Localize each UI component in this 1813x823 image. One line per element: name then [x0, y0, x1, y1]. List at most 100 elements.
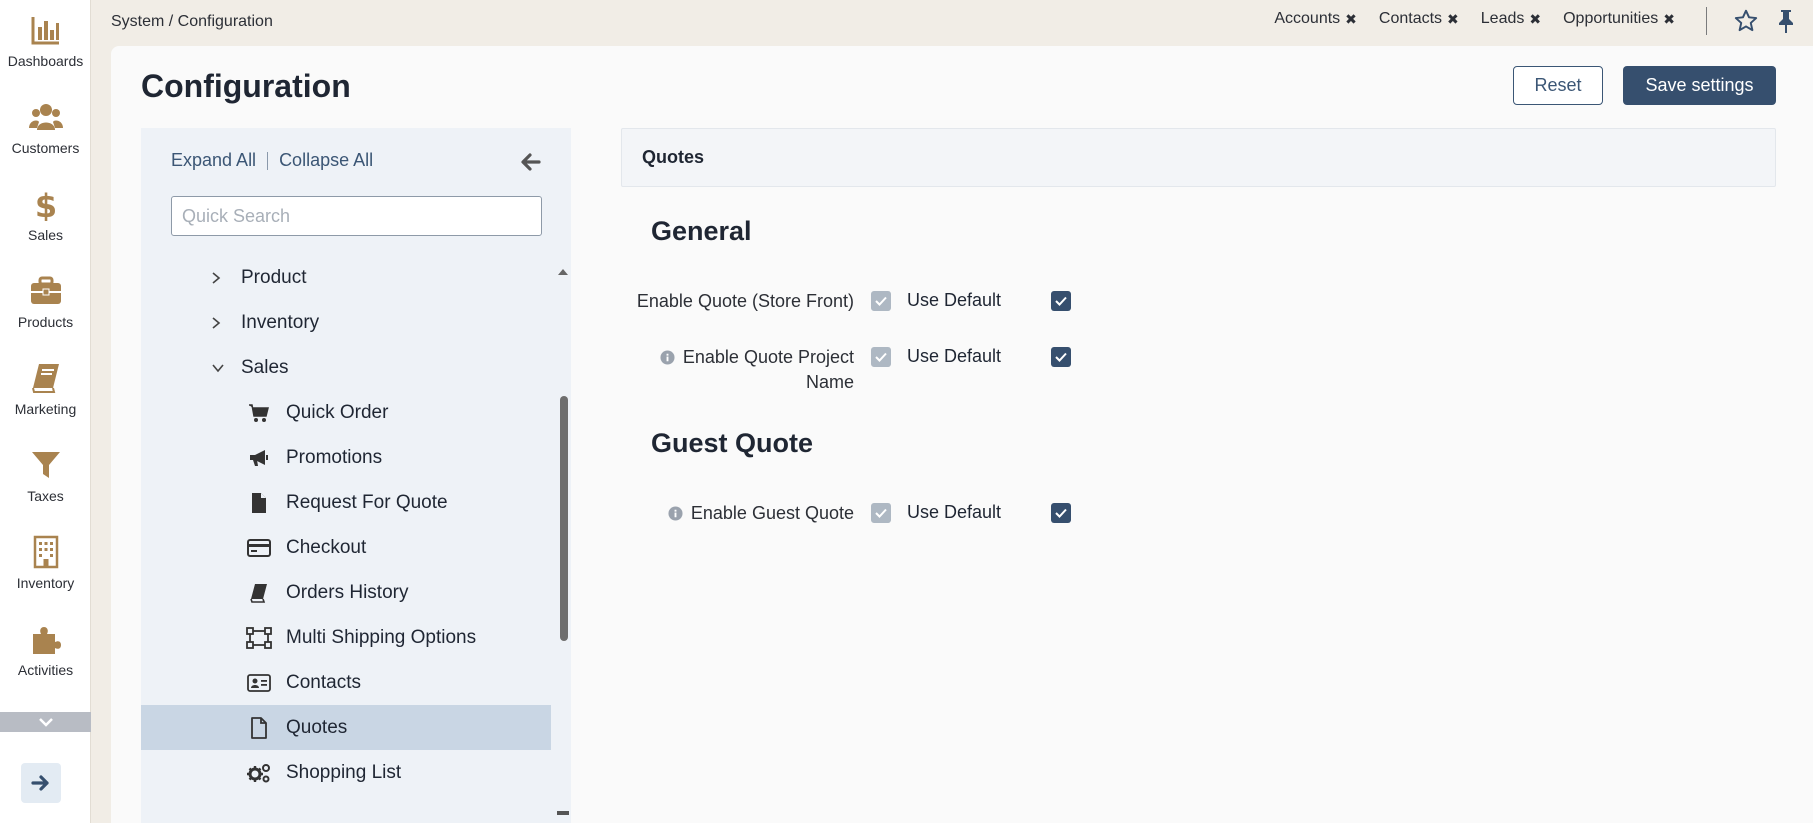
- cogs-icon: [247, 763, 270, 782]
- tree-item-sales[interactable]: Sales: [141, 345, 551, 390]
- field-label: Enable Guest Quote: [614, 501, 854, 526]
- book-icon: [31, 364, 59, 393]
- scrollbar-thumb[interactable]: [560, 396, 568, 641]
- scroll-down-icon[interactable]: [557, 811, 569, 815]
- puzzle-icon: [32, 627, 61, 654]
- checkmark-icon: [875, 296, 887, 306]
- building-icon: [33, 535, 58, 569]
- close-icon[interactable]: ✖: [1447, 11, 1459, 28]
- pinned-tab-contacts[interactable]: Contacts ✖: [1379, 10, 1459, 28]
- id-card-icon: [247, 673, 271, 692]
- info-icon[interactable]: [660, 350, 675, 365]
- tree-item-contacts[interactable]: Contacts: [141, 660, 551, 705]
- nav-label: Sales: [27, 227, 64, 243]
- star-icon[interactable]: [1733, 8, 1759, 34]
- save-settings-button[interactable]: Save settings: [1623, 66, 1776, 105]
- use-default-label[interactable]: Use Default: [907, 346, 1001, 367]
- pinned-tab-opportunities[interactable]: Opportunities ✖: [1563, 10, 1675, 28]
- field-label-text: Enable Guest Quote: [690, 503, 854, 523]
- bar-chart-icon: [31, 17, 59, 45]
- users-icon: [28, 104, 63, 130]
- checkmark-icon: [875, 352, 887, 362]
- pin-icon[interactable]: [1774, 8, 1798, 34]
- nav-label: Products: [17, 314, 74, 330]
- field-enable-quote-project-name: Enable Quote Project Name Use Default: [651, 345, 1351, 397]
- tree-item-shopping-list[interactable]: Shopping List: [141, 750, 551, 795]
- nav-scroll-more[interactable]: [0, 712, 91, 732]
- pinned-tab-accounts[interactable]: Accounts ✖: [1274, 10, 1357, 28]
- pinned-tab-label: Opportunities: [1563, 10, 1659, 27]
- tree-item-inventory[interactable]: Inventory: [141, 300, 551, 345]
- tree-item-label: Shopping List: [286, 761, 402, 783]
- expand-all-link[interactable]: Expand All: [171, 150, 256, 171]
- use-default-label[interactable]: Use Default: [907, 502, 1001, 523]
- tree-item-quotes[interactable]: Quotes: [141, 705, 551, 750]
- reset-button[interactable]: Reset: [1513, 66, 1603, 105]
- checkmark-icon: [1055, 296, 1067, 306]
- collapse-all-link[interactable]: Collapse All: [279, 150, 373, 171]
- chevron-right-icon: [212, 316, 221, 329]
- chevron-right-icon: [212, 271, 221, 284]
- nav-item-products[interactable]: Products: [0, 261, 91, 343]
- tree-item-label: Request For Quote: [286, 491, 448, 513]
- field-label-text: Enable Quote (Store Front): [636, 291, 854, 311]
- nav-item-dashboards[interactable]: Dashboards: [0, 0, 91, 82]
- main-sidebar: Dashboards Customers $ Sales Products Ma…: [0, 0, 91, 823]
- enable-guest-quote-checkbox[interactable]: [871, 503, 891, 523]
- nav-item-inventory[interactable]: Inventory: [0, 522, 91, 604]
- nav-item-marketing[interactable]: Marketing: [0, 348, 91, 430]
- vector-square-icon: [246, 626, 272, 649]
- breadcrumb[interactable]: System / Configuration: [111, 13, 273, 31]
- scroll-up-icon[interactable]: [557, 266, 569, 276]
- nav-label: Taxes: [27, 488, 64, 504]
- use-default-checkbox[interactable]: [1051, 291, 1071, 311]
- tree-item-label: Orders History: [286, 581, 409, 603]
- tree-scrollbar[interactable]: [557, 266, 569, 823]
- field-enable-quote-store-front: Enable Quote (Store Front) Use Default: [637, 289, 1351, 319]
- info-icon[interactable]: [668, 506, 683, 521]
- use-default-checkbox[interactable]: [1051, 503, 1071, 523]
- tree-item-promotions[interactable]: Promotions: [141, 435, 551, 480]
- group-title-general: General: [651, 216, 752, 246]
- nav-label: Activities: [17, 662, 74, 678]
- nav-item-activities[interactable]: Activities: [0, 609, 91, 691]
- nav-item-sales[interactable]: $ Sales: [0, 174, 91, 256]
- nav-label: Dashboards: [7, 53, 84, 69]
- pinned-tab-label: Contacts: [1378, 10, 1443, 27]
- arrow-left-icon[interactable]: [519, 150, 543, 174]
- tree-item-label: Contacts: [286, 671, 361, 693]
- nav-item-customers[interactable]: Customers: [0, 87, 91, 169]
- expand-sidebar-button[interactable]: [21, 763, 61, 803]
- use-default-checkbox[interactable]: [1051, 347, 1071, 367]
- use-default-label[interactable]: Use Default: [907, 290, 1001, 311]
- close-icon[interactable]: ✖: [1345, 11, 1357, 28]
- svg-text:$: $: [34, 187, 56, 221]
- tree-item-multi-shipping-options[interactable]: Multi Shipping Options: [141, 615, 551, 660]
- tree-list: Product Inventory Sales Quick Order Prom…: [141, 255, 551, 795]
- tree-item-checkout[interactable]: Checkout: [141, 525, 551, 570]
- nav-item-taxes[interactable]: Taxes: [0, 435, 91, 517]
- tree-item-orders-history[interactable]: Orders History: [141, 570, 551, 615]
- tree-item-quick-order[interactable]: Quick Order: [141, 390, 551, 435]
- chevron-down-icon: [212, 363, 224, 372]
- checkmark-icon: [1055, 508, 1067, 518]
- main-panel: Configuration Reset Save settings Expand…: [111, 46, 1813, 823]
- cart-icon: [249, 403, 269, 422]
- tree-item-label: Product: [241, 266, 307, 288]
- chevron-down-icon: [38, 718, 53, 727]
- close-icon[interactable]: ✖: [1529, 11, 1541, 28]
- field-enable-guest-quote: Enable Guest Quote Use Default: [651, 501, 1351, 531]
- nav-label: Inventory: [16, 575, 75, 591]
- close-icon[interactable]: ✖: [1663, 11, 1675, 28]
- pinned-tab-leads[interactable]: Leads ✖: [1481, 10, 1541, 28]
- briefcase-icon: [30, 276, 61, 304]
- enable-quote-project-name-checkbox[interactable]: [871, 347, 891, 367]
- quick-search-input[interactable]: [171, 196, 542, 236]
- file-outline-icon: [251, 716, 267, 739]
- tree-item-label: Quotes: [286, 716, 348, 738]
- tree-item-label: Checkout: [286, 536, 367, 558]
- tree-item-product[interactable]: Product: [141, 255, 551, 300]
- enable-quote-store-front-checkbox[interactable]: [871, 291, 891, 311]
- tree-item-label: Multi Shipping Options: [286, 626, 477, 648]
- tree-item-request-for-quote[interactable]: Request For Quote: [141, 480, 551, 525]
